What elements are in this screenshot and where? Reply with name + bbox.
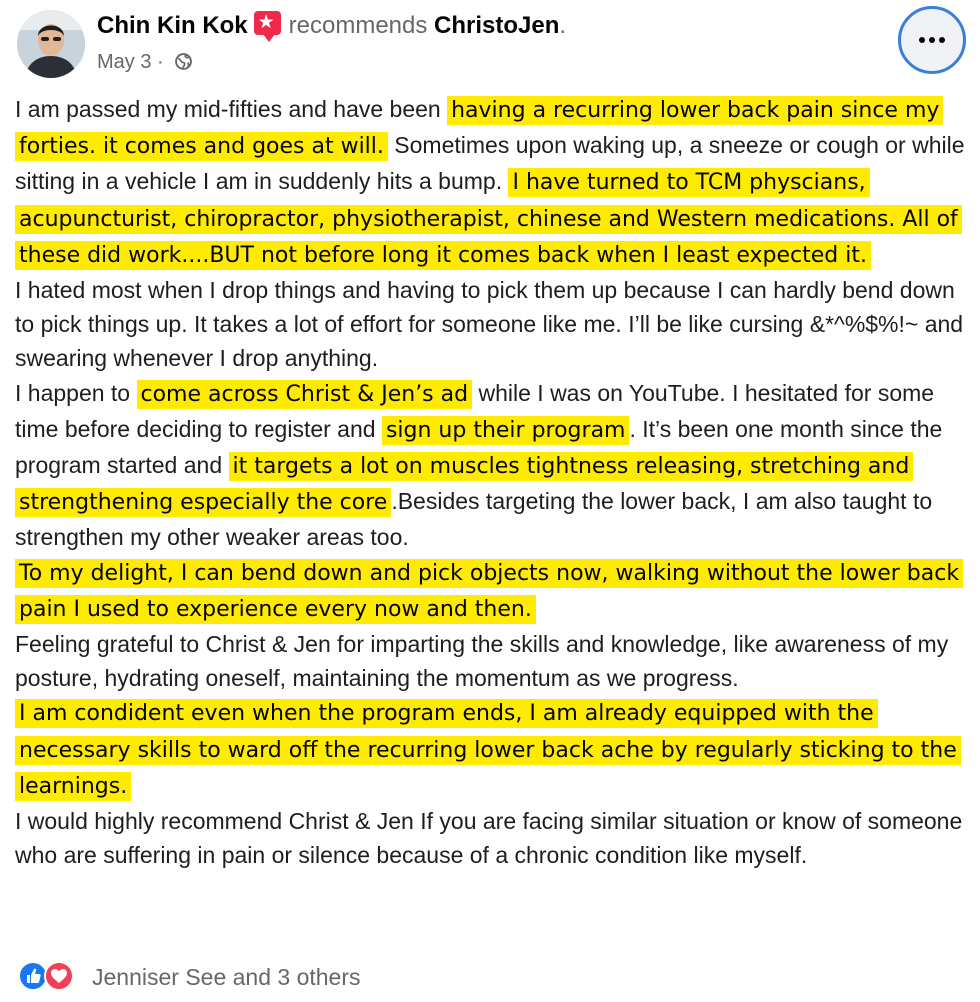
page-name-suffix: . <box>559 12 567 39</box>
post-paragraph: I hated most when I drop things and havi… <box>15 273 970 376</box>
post-paragraph: To my delight, I can bend down and pick … <box>15 555 970 627</box>
page-name-link[interactable]: ChristoJen <box>434 12 559 39</box>
more-dot-icon <box>939 37 945 43</box>
post-text: I happen to <box>15 379 137 406</box>
more-options-button[interactable] <box>898 6 966 74</box>
reactions-bar: Jenniser See and 3 others <box>18 957 918 997</box>
meta-separator: · <box>157 51 164 73</box>
highlighted-text: sign up their program <box>381 415 630 445</box>
love-icon <box>44 961 74 991</box>
post-text: I hated most when I drop things and havi… <box>15 277 964 372</box>
recommendation-icon: ★ <box>253 11 281 42</box>
post-paragraph: I happen to come across Christ & Jen’s a… <box>15 376 970 555</box>
avatar-photo <box>17 10 85 78</box>
recommends-label: recommends <box>288 12 428 39</box>
reaction-icons[interactable] <box>18 961 80 993</box>
post-text: Feeling grateful to Christ & Jen for imp… <box>15 631 949 692</box>
post-paragraph: I am condident even when the program end… <box>15 695 970 804</box>
post-paragraph: I would highly recommend Christ & Jen If… <box>15 804 970 872</box>
highlighted-text: I am condident even when the program end… <box>15 699 961 801</box>
post-meta: May 3 · <box>97 49 193 75</box>
more-dot-icon <box>929 37 935 43</box>
post-text: I am passed my mid-fifties and have been <box>15 96 448 122</box>
author-name[interactable]: Chin Kin Kok <box>97 12 248 39</box>
post-paragraph: I am passed my mid-fifties and have been… <box>15 92 970 273</box>
post-body: I am passed my mid-fifties and have been… <box>15 92 970 872</box>
more-dot-icon <box>919 37 925 43</box>
reactions-summary[interactable]: Jenniser See and 3 others <box>92 961 361 993</box>
author-line: Chin Kin Kok ★ recommends ChristoJen. <box>97 11 567 42</box>
globe-icon <box>175 53 193 70</box>
post-paragraph: Feeling grateful to Christ & Jen for imp… <box>15 627 970 695</box>
highlighted-text: To my delight, I can bend down and pick … <box>15 558 964 624</box>
highlighted-text: come across Christ & Jen’s ad <box>136 379 473 409</box>
post-header: Chin Kin Kok ★ recommends ChristoJen. May … <box>0 0 980 90</box>
post-text: I would highly recommend Christ & Jen If… <box>15 808 963 869</box>
post-date[interactable]: May 3 <box>97 51 151 73</box>
avatar[interactable] <box>17 10 85 78</box>
